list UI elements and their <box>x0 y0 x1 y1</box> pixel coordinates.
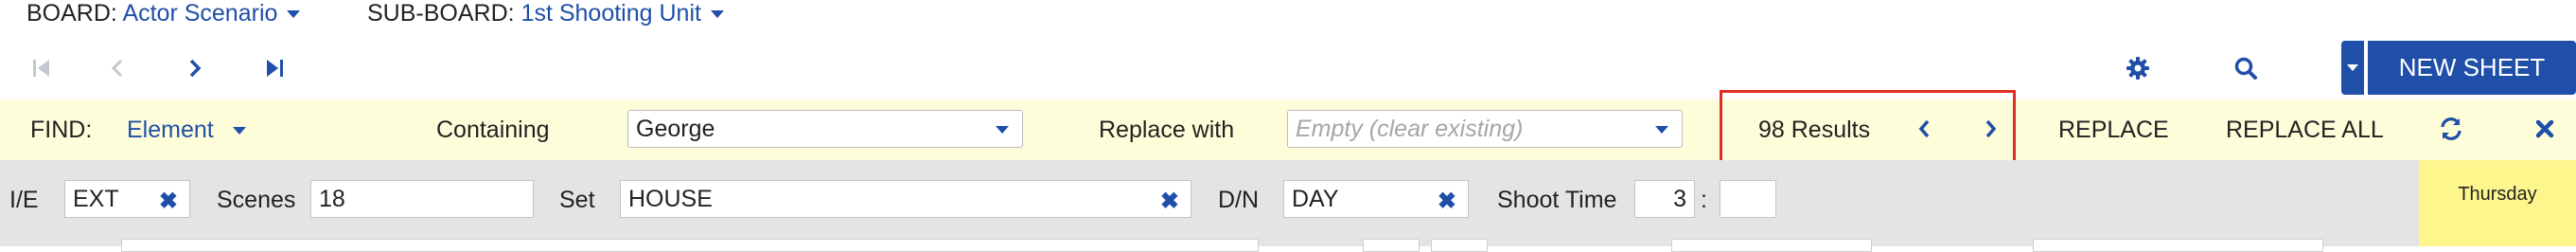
ie-label: I/E <box>9 187 39 213</box>
search-button[interactable] <box>2217 47 2274 89</box>
chevron-down-icon <box>710 10 724 19</box>
last-page-icon <box>267 60 283 77</box>
containing-value: George <box>636 115 715 142</box>
dn-value: DAY <box>1292 185 1339 212</box>
subboard-selector[interactable]: SUB-BOARD: 1st Shooting Unit <box>367 0 724 27</box>
close-find-button[interactable] <box>2529 114 2561 144</box>
gear-icon <box>2126 57 2149 80</box>
location-field[interactable] <box>2033 239 2323 252</box>
refresh-button[interactable] <box>2435 114 2467 144</box>
results-count: 98 Results <box>1758 117 1871 143</box>
chevron-right-icon <box>1985 119 1997 138</box>
replace-with-input[interactable]: Empty (clear existing) <box>1287 110 1683 148</box>
chevron-left-icon <box>1918 119 1930 138</box>
last-page-button[interactable] <box>254 49 295 87</box>
scenes-label: Scenes <box>217 187 296 213</box>
board-selector[interactable]: BOARD: Actor Scenario <box>26 0 301 27</box>
clear-icon[interactable]: ✖ <box>159 188 178 215</box>
replace-with-label: Replace with <box>1099 117 1235 143</box>
day-label: Thursday <box>2458 184 2537 205</box>
set-value: HOUSE <box>628 185 713 212</box>
subboard-label: SUB-BOARD: <box>367 0 515 27</box>
previous-icon <box>111 59 123 78</box>
shoot-time-minutes-field[interactable] <box>1720 180 1776 218</box>
find-type-selector[interactable]: Element <box>127 117 246 144</box>
replace-all-button[interactable]: REPLACE ALL <box>2226 117 2384 144</box>
scenes-field[interactable]: 18 <box>310 180 534 218</box>
replace-with-placeholder: Empty (clear existing) <box>1296 115 1524 142</box>
dn-field[interactable]: DAY ✖ <box>1283 180 1469 218</box>
next-button[interactable] <box>174 49 216 87</box>
chevron-down-icon <box>232 127 246 135</box>
previous-result-button[interactable] <box>1911 115 1937 143</box>
find-label: FIND: <box>30 117 93 143</box>
next-result-button[interactable] <box>1978 115 2004 143</box>
ie-field[interactable]: EXT ✖ <box>64 180 190 218</box>
containing-input[interactable]: George <box>627 110 1023 148</box>
containing-label: Containing <box>436 117 550 143</box>
board-value[interactable]: Actor Scenario <box>122 0 277 27</box>
shoot-time-separator: : <box>1701 187 1707 213</box>
description-field[interactable] <box>121 239 1259 252</box>
chevron-down-icon <box>287 10 301 19</box>
settings-button[interactable] <box>2109 47 2166 89</box>
previous-button[interactable] <box>97 49 138 87</box>
clear-icon[interactable]: ✖ <box>1160 188 1179 215</box>
next-icon <box>189 59 202 78</box>
chevron-down-icon <box>1655 126 1668 134</box>
first-page-button[interactable] <box>21 49 62 87</box>
set-field[interactable]: HOUSE ✖ <box>620 180 1191 218</box>
script-day-field[interactable] <box>1671 239 1872 252</box>
new-sheet-button[interactable]: NEW SHEET <box>2368 41 2576 95</box>
page-count-field[interactable] <box>1363 239 1420 252</box>
new-sheet-dropdown-toggle[interactable] <box>2341 41 2364 95</box>
replace-button[interactable]: REPLACE <box>2058 117 2169 144</box>
clear-icon[interactable]: ✖ <box>1438 188 1456 215</box>
dn-label: D/N <box>1218 187 1260 213</box>
page-eighths-field[interactable] <box>1431 239 1488 252</box>
shoot-time-hours-field[interactable]: 3 <box>1634 180 1695 218</box>
first-page-icon <box>33 60 49 77</box>
find-type-value[interactable]: Element <box>127 117 214 143</box>
shoot-time-hours: 3 <box>1673 185 1686 212</box>
board-label: BOARD: <box>26 0 117 27</box>
set-label: Set <box>559 187 595 213</box>
scenes-value: 18 <box>319 185 345 212</box>
search-icon <box>2234 57 2257 80</box>
close-icon <box>2535 119 2554 138</box>
chevron-down-icon <box>996 126 1009 134</box>
subboard-value[interactable]: 1st Shooting Unit <box>521 0 701 27</box>
refresh-icon <box>2441 117 2461 140</box>
chevron-down-icon <box>2347 64 2358 71</box>
ie-value: EXT <box>73 185 119 212</box>
shoot-time-label: Shoot Time <box>1497 187 1617 213</box>
